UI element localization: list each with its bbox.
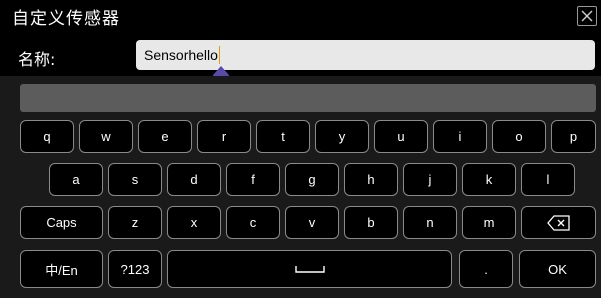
key-k[interactable]: k xyxy=(462,163,516,196)
key-c[interactable]: c xyxy=(226,206,280,239)
ok-key[interactable]: OK xyxy=(519,250,596,288)
caps-key[interactable]: Caps xyxy=(20,206,103,239)
custom-sensor-dialog: 自定义传感器 名称: Sensorhello q w e r t y u i o… xyxy=(0,0,601,298)
suggestion-bar xyxy=(20,84,596,112)
key-i[interactable]: i xyxy=(433,120,487,153)
key-g[interactable]: g xyxy=(285,163,339,196)
key-o[interactable]: o xyxy=(492,120,546,153)
language-toggle-key[interactable]: 中/En xyxy=(20,250,103,288)
key-j[interactable]: j xyxy=(403,163,457,196)
key-u[interactable]: u xyxy=(374,120,428,153)
key-h[interactable]: h xyxy=(344,163,398,196)
key-v[interactable]: v xyxy=(285,206,339,239)
name-row: 名称: Sensorhello xyxy=(0,38,601,74)
key-t[interactable]: t xyxy=(256,120,310,153)
key-q[interactable]: q xyxy=(20,120,74,153)
close-icon xyxy=(581,10,593,22)
key-f[interactable]: f xyxy=(226,163,280,196)
key-y[interactable]: y xyxy=(315,120,369,153)
title-bar: 自定义传感器 xyxy=(0,0,601,36)
key-l[interactable]: l xyxy=(521,163,575,196)
key-z[interactable]: z xyxy=(108,206,162,239)
key-m[interactable]: m xyxy=(462,206,516,239)
symbols-key[interactable]: ?123 xyxy=(108,250,162,288)
text-caret xyxy=(218,46,220,64)
name-input-value: Sensorhello xyxy=(144,47,218,63)
name-input[interactable]: Sensorhello xyxy=(136,40,595,70)
space-key[interactable] xyxy=(167,250,452,288)
key-d[interactable]: d xyxy=(167,163,221,196)
key-e[interactable]: e xyxy=(138,120,192,153)
key-p[interactable]: p xyxy=(551,120,596,153)
space-icon xyxy=(294,266,325,273)
key-s[interactable]: s xyxy=(108,163,162,196)
dialog-title: 自定义传感器 xyxy=(12,9,120,29)
key-n[interactable]: n xyxy=(403,206,457,239)
backspace-key[interactable] xyxy=(521,206,596,239)
key-b[interactable]: b xyxy=(344,206,398,239)
name-label: 名称: xyxy=(18,50,56,69)
virtual-keyboard: q w e r t y u i o p a s d f g h j k l Ca… xyxy=(0,76,601,298)
key-w[interactable]: w xyxy=(79,120,133,153)
period-key[interactable]: . xyxy=(459,250,513,288)
close-button[interactable] xyxy=(577,6,597,26)
key-r[interactable]: r xyxy=(197,120,251,153)
key-x[interactable]: x xyxy=(167,206,221,239)
key-a[interactable]: a xyxy=(49,163,103,196)
backspace-icon xyxy=(546,214,570,231)
